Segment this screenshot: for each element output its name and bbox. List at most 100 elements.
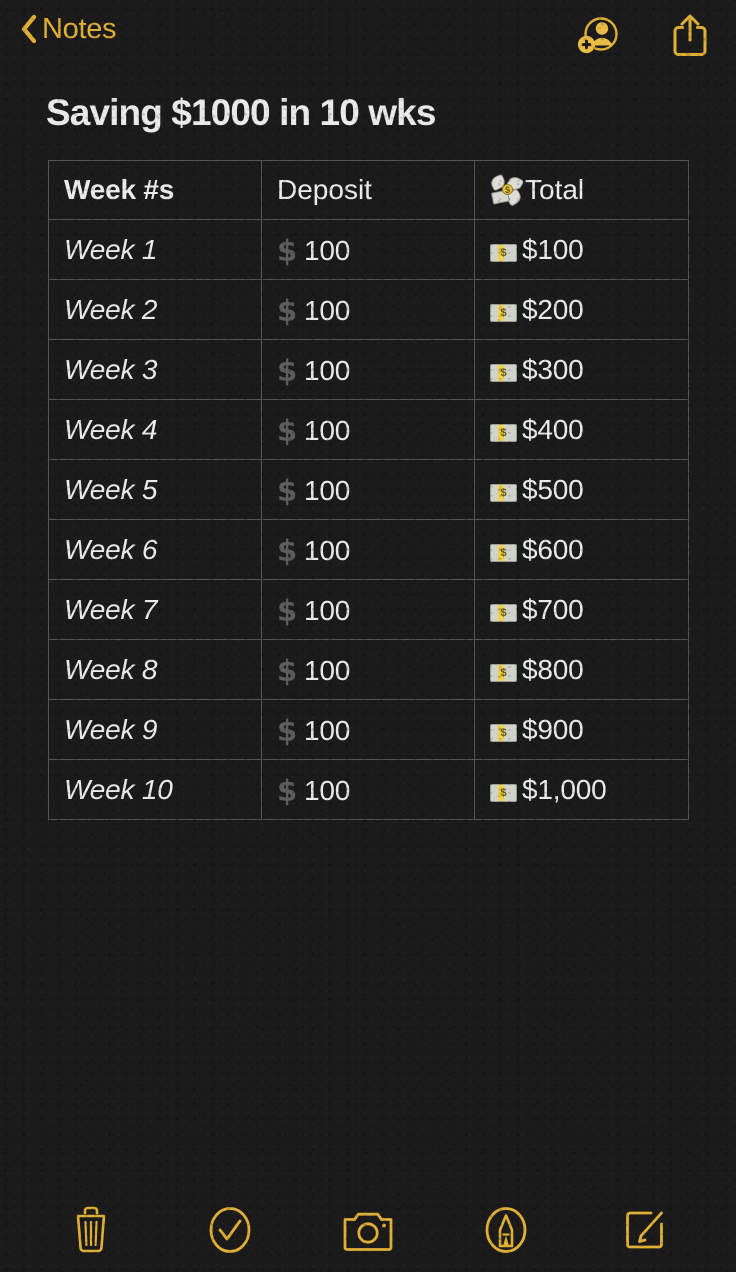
banknote-icon [490, 363, 517, 382]
camera-icon [343, 1212, 393, 1251]
back-to-notes-button[interactable]: Notes [20, 12, 117, 45]
cell-deposit-value: 100 [303, 774, 351, 806]
cell-total-value: $200 [522, 293, 584, 325]
cell-total-value: $800 [522, 653, 584, 685]
cell-total[interactable]: $900 [474, 699, 689, 760]
money-with-wings-icon [488, 173, 525, 207]
cell-deposit-value: 100 [303, 294, 351, 326]
table-row[interactable]: Week 8 $100 $800 [48, 639, 689, 700]
banknote-icon [490, 303, 517, 322]
table-row[interactable]: Week 4 $100 $400 [48, 399, 689, 460]
cell-deposit[interactable]: $100 [261, 639, 475, 700]
cell-week[interactable]: Week 8 [48, 639, 262, 700]
back-label: Notes [42, 12, 117, 45]
column-header-total[interactable]: Total [474, 160, 689, 220]
cell-deposit-value: 100 [303, 474, 351, 506]
table-row[interactable]: Week 6 $100 $600 [48, 519, 689, 580]
cell-deposit[interactable]: $100 [261, 519, 475, 580]
check-circle-icon [209, 1207, 250, 1253]
cell-week[interactable]: Week 6 [48, 519, 262, 580]
table-header-row: Week #s Deposit Total [48, 160, 689, 220]
dollar-sign-icon: $ [277, 293, 297, 328]
cell-total[interactable]: $100 [474, 219, 689, 280]
cell-deposit[interactable]: $100 [261, 399, 475, 460]
chevron-left-icon [21, 14, 37, 44]
trash-icon [76, 1206, 106, 1253]
top-navigation-bar: Notes [0, 0, 736, 74]
cell-deposit[interactable]: $100 [261, 339, 475, 400]
cell-week[interactable]: Week 2 [48, 279, 262, 340]
cell-week[interactable]: Week 7 [48, 579, 262, 640]
cell-week[interactable]: Week 5 [48, 459, 262, 520]
cell-week[interactable]: Week 3 [48, 339, 262, 400]
banknote-icon [490, 543, 517, 562]
dollar-sign-icon: $ [277, 473, 297, 508]
camera-button[interactable] [332, 1199, 404, 1261]
dollar-sign-icon: $ [277, 413, 297, 448]
nav-actions-group [574, 10, 714, 60]
cell-deposit-value: 100 [303, 534, 351, 566]
cell-deposit[interactable]: $100 [261, 219, 475, 280]
cell-total[interactable]: $200 [474, 279, 689, 340]
cell-total-value: $600 [522, 533, 584, 565]
cell-deposit[interactable]: $100 [261, 459, 475, 520]
table-row[interactable]: Week 10 $100 $1,000 [48, 759, 689, 820]
bottom-toolbar [0, 1188, 736, 1272]
compose-button[interactable] [609, 1199, 681, 1261]
cell-week[interactable]: Week 10 [48, 759, 262, 820]
column-header-week[interactable]: Week #s [48, 160, 262, 220]
table-row[interactable]: Week 2 $100 $200 [48, 279, 689, 340]
cell-total[interactable]: $800 [474, 639, 689, 700]
banknote-icon [490, 483, 517, 502]
share-up-arrow-icon [673, 14, 707, 56]
cell-total-value: $400 [522, 413, 584, 445]
notes-app-screen: Notes Saving $1000 in 10 wks Week #s Dep… [0, 0, 736, 1272]
savings-table[interactable]: Week #s Deposit Total Week 1 $100 $100 [48, 160, 689, 820]
cell-total-value: $100 [522, 233, 584, 265]
table-row[interactable]: Week 1 $100 $100 [48, 219, 689, 280]
cell-deposit-value: 100 [303, 234, 351, 266]
table-row[interactable]: Week 3 $100 $300 [48, 339, 689, 400]
cell-deposit-value: 100 [303, 594, 351, 626]
cell-week[interactable]: Week 1 [48, 219, 262, 280]
share-button[interactable] [666, 10, 714, 60]
column-header-deposit-label: Deposit [277, 174, 372, 205]
banknote-icon [490, 423, 517, 442]
dollar-sign-icon: $ [277, 533, 297, 568]
banknote-icon [490, 663, 517, 682]
dollar-sign-icon: $ [277, 713, 297, 748]
dollar-sign-icon: $ [277, 233, 297, 268]
column-header-week-label: Week #s [64, 174, 175, 205]
cell-deposit[interactable]: $100 [261, 699, 475, 760]
cell-deposit[interactable]: $100 [261, 279, 475, 340]
add-people-button[interactable] [574, 10, 622, 60]
markup-button[interactable] [470, 1199, 542, 1261]
cell-deposit[interactable]: $100 [261, 579, 475, 640]
checklist-button[interactable] [194, 1199, 266, 1261]
cell-total[interactable]: $300 [474, 339, 689, 400]
table-row[interactable]: Week 7 $100 $700 [48, 579, 689, 640]
dollar-sign-icon: $ [277, 653, 297, 688]
cell-week[interactable]: Week 4 [48, 399, 262, 460]
banknote-icon [490, 243, 517, 262]
column-header-total-label: Total [525, 174, 585, 205]
table-body: Week 1 $100 $100 Week 2 $100 $200 Week 3… [48, 219, 689, 820]
person-badge-plus-icon [577, 17, 618, 54]
delete-button[interactable] [55, 1199, 127, 1261]
cell-total-value: $500 [522, 473, 584, 505]
cell-week[interactable]: Week 9 [48, 699, 262, 760]
banknote-icon [490, 723, 517, 742]
column-header-deposit[interactable]: Deposit [261, 160, 475, 220]
note-title: Saving $1000 in 10 wks [46, 92, 436, 133]
table-row[interactable]: Week 5 $100 $500 [48, 459, 689, 520]
cell-total-value: $900 [522, 713, 584, 745]
cell-total[interactable]: $400 [474, 399, 689, 460]
cell-total[interactable]: $700 [474, 579, 689, 640]
banknote-icon [490, 603, 517, 622]
cell-total[interactable]: $1,000 [474, 759, 689, 820]
cell-total[interactable]: $600 [474, 519, 689, 580]
dollar-sign-icon: $ [277, 593, 297, 628]
cell-total[interactable]: $500 [474, 459, 689, 520]
cell-deposit[interactable]: $100 [261, 759, 475, 820]
table-row[interactable]: Week 9 $100 $900 [48, 699, 689, 760]
